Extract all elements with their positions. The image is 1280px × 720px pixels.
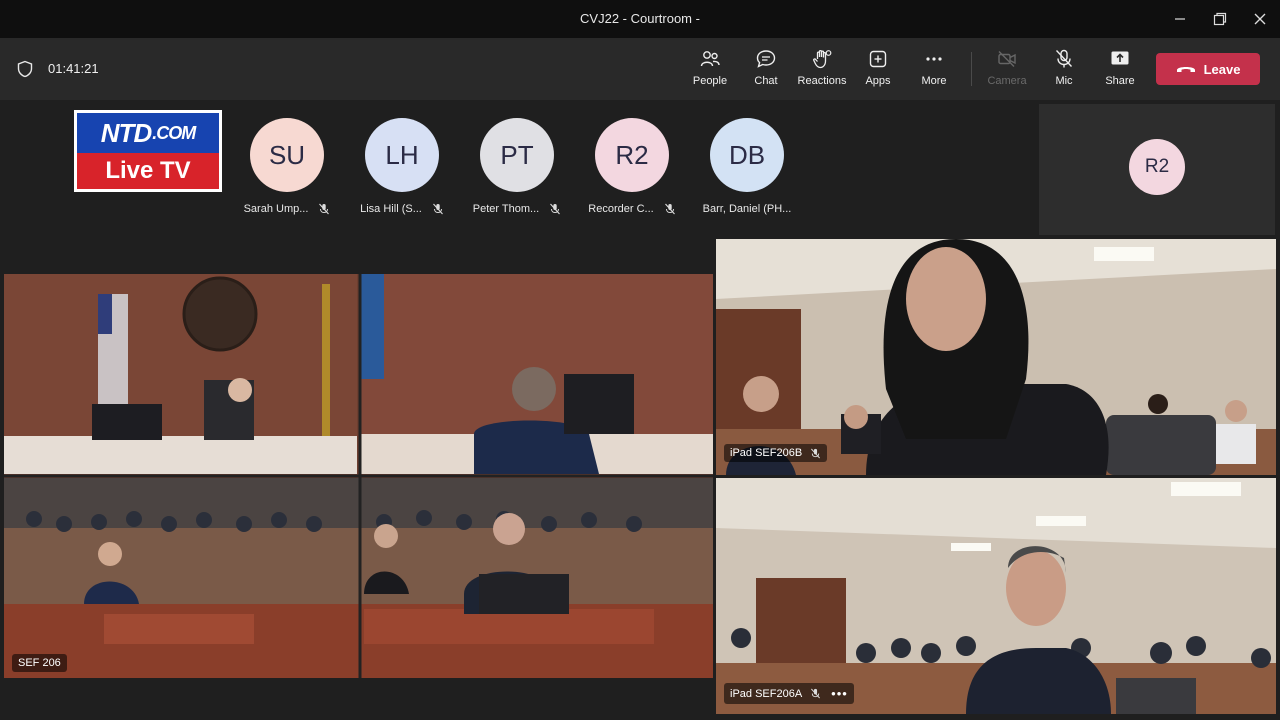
participant-tile[interactable]: DB Barr, Daniel (PH... xyxy=(692,118,802,218)
mic-muted-icon xyxy=(432,203,443,215)
participant-name: Barr, Daniel (PH... xyxy=(702,203,792,215)
video-tile-sef206[interactable]: SEF 206 xyxy=(4,274,713,678)
window-title: CVJ22 - Courtroom - xyxy=(580,11,700,26)
people-label: People xyxy=(692,75,728,87)
courtroom-video-feed xyxy=(4,274,713,678)
leave-button[interactable]: Leave xyxy=(1156,53,1260,85)
tile-more-options-icon[interactable]: ••• xyxy=(831,686,848,701)
participant-name: Recorder C... xyxy=(577,203,687,215)
close-icon[interactable] xyxy=(1249,9,1271,29)
avatar: DB xyxy=(710,118,784,192)
video-tile-sef206a[interactable]: iPad SEF206A ••• xyxy=(716,478,1276,714)
share-screen-icon xyxy=(1111,51,1129,65)
more-button[interactable]: More xyxy=(906,48,962,94)
tile-name-badge: iPad SEF206B xyxy=(724,444,828,462)
camera-label: Camera xyxy=(987,75,1027,87)
tile-name-badge: iPad SEF206A ••• xyxy=(724,683,854,704)
apps-plus-icon xyxy=(869,50,887,68)
mic-label: Mic xyxy=(1055,75,1073,87)
mic-button[interactable]: Mic xyxy=(1036,48,1092,94)
reactions-button[interactable]: Reactions xyxy=(794,48,850,94)
chat-button[interactable]: Chat xyxy=(738,48,794,94)
ntd-live-tv-logo: NTD .COM Live TV xyxy=(74,110,222,192)
ipad-sef206a-video-feed xyxy=(716,478,1276,714)
people-button[interactable]: People xyxy=(682,48,738,94)
apps-button[interactable]: Apps xyxy=(850,48,906,94)
title-bar: CVJ22 - Courtroom - xyxy=(0,0,1280,38)
restore-icon[interactable] xyxy=(1209,9,1231,29)
participant-tile[interactable]: PT Peter Thom... xyxy=(462,118,572,218)
hang-up-icon xyxy=(1176,67,1195,72)
people-icon xyxy=(700,51,720,67)
self-view-tile[interactable]: R2 xyxy=(1039,104,1275,235)
participant-tile[interactable]: R2 Recorder C... xyxy=(577,118,687,218)
camera-off-icon xyxy=(998,51,1016,67)
share-label: Share xyxy=(1105,75,1135,87)
ipad-sef206b-video-feed xyxy=(716,239,1276,475)
tile-name-badge: SEF 206 xyxy=(12,654,67,672)
mic-muted-icon xyxy=(550,203,561,215)
logo-tagline: Live TV xyxy=(77,153,219,189)
share-button[interactable]: Share xyxy=(1092,48,1148,94)
more-label: More xyxy=(921,75,947,87)
mic-muted-icon xyxy=(811,688,821,699)
apps-label: Apps xyxy=(865,75,891,87)
participant-name: Lisa Hill (S... xyxy=(347,203,457,215)
raise-hand-icon xyxy=(813,49,832,69)
mic-muted-icon xyxy=(811,448,821,458)
toolbar-divider xyxy=(971,52,972,86)
avatar: R2 xyxy=(595,118,669,192)
avatar: PT xyxy=(480,118,554,192)
participant-tile[interactable]: SU Sarah Ump... xyxy=(232,118,342,218)
participant-name: Sarah Ump... xyxy=(232,203,342,215)
mic-off-icon xyxy=(1055,49,1073,68)
shield-icon xyxy=(17,60,33,78)
meeting-stage: NTD .COM Live TV SU Sarah Ump... LH Lisa … xyxy=(0,100,1280,720)
self-avatar: R2 xyxy=(1129,139,1185,195)
camera-button[interactable]: Camera xyxy=(979,48,1035,94)
avatar: SU xyxy=(250,118,324,192)
leave-label: Leave xyxy=(1203,61,1241,77)
reactions-label: Reactions xyxy=(797,75,847,87)
participant-name: Peter Thom... xyxy=(462,203,572,215)
mic-muted-icon xyxy=(319,203,330,215)
video-tile-sef206b[interactable]: iPad SEF206B xyxy=(716,239,1276,475)
chat-label: Chat xyxy=(754,75,778,87)
meeting-toolbar: 01:41:21 People Chat Reactions Apps More… xyxy=(0,38,1280,100)
mic-muted-icon xyxy=(664,203,675,215)
more-dots-icon xyxy=(926,57,942,61)
participant-tile[interactable]: LH Lisa Hill (S... xyxy=(347,118,457,218)
logo-brand: NTD .COM xyxy=(77,113,219,153)
chat-icon xyxy=(756,50,776,68)
meeting-timer: 01:41:21 xyxy=(48,61,99,76)
avatar: LH xyxy=(365,118,439,192)
minimize-icon[interactable] xyxy=(1169,9,1191,29)
